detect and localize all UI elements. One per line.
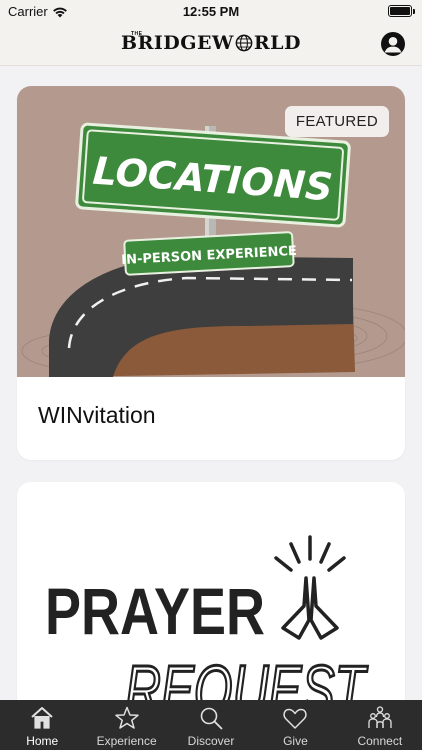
battery-icon bbox=[388, 5, 415, 17]
tab-experience[interactable]: Experience bbox=[84, 700, 168, 750]
request-word: REQUEST bbox=[125, 651, 368, 700]
prayer-request-card[interactable]: PRAYER REQUEST bbox=[17, 482, 405, 700]
brand-w: W bbox=[211, 32, 234, 54]
tab-label-experience: Experience bbox=[96, 734, 157, 748]
tab-home[interactable]: Home bbox=[0, 700, 84, 750]
tab-label-home: Home bbox=[26, 734, 59, 748]
search-icon bbox=[200, 707, 223, 730]
tab-give[interactable]: Give bbox=[253, 700, 337, 750]
card-image-locations: LOCATIONS IN-PERSON EXPERIENCE FEATURED bbox=[17, 86, 405, 377]
brand-logo: BRIDGE W RLD bbox=[0, 32, 422, 54]
tab-bar: Home Experience Discover Give Connect bbox=[0, 700, 422, 750]
home-icon bbox=[31, 707, 53, 729]
tab-discover[interactable]: Discover bbox=[169, 700, 253, 750]
clock: 12:55 PM bbox=[182, 4, 240, 19]
star-icon bbox=[114, 706, 139, 729]
prayer-word: PRAYER bbox=[45, 574, 265, 648]
featured-badge: FEATURED bbox=[284, 106, 389, 137]
people-icon bbox=[368, 706, 392, 728]
tab-label-give: Give bbox=[283, 734, 308, 748]
prayer-request-illustration: PRAYER REQUEST bbox=[45, 535, 369, 700]
globe-icon bbox=[235, 34, 253, 52]
praying-hands-icon bbox=[274, 535, 346, 640]
person-circle-icon bbox=[384, 37, 402, 53]
feed[interactable]: LOCATIONS IN-PERSON EXPERIENCE FEATURED … bbox=[0, 67, 422, 700]
status-bar: Carrier 12:55 PM bbox=[0, 0, 422, 22]
card-title[interactable]: WINvitation bbox=[38, 402, 156, 429]
heart-icon bbox=[283, 708, 308, 729]
tab-connect[interactable]: Connect bbox=[338, 700, 422, 750]
profile-button[interactable] bbox=[381, 32, 405, 56]
brand-right: RLD bbox=[253, 32, 301, 54]
featured-card[interactable]: LOCATIONS IN-PERSON EXPERIENCE FEATURED … bbox=[17, 86, 405, 460]
tab-label-discover: Discover bbox=[187, 734, 235, 748]
app-header: BRIDGE W RLD THE bbox=[0, 22, 422, 66]
brand-small: THE bbox=[131, 31, 143, 37]
tab-label-connect: Connect bbox=[357, 734, 403, 748]
